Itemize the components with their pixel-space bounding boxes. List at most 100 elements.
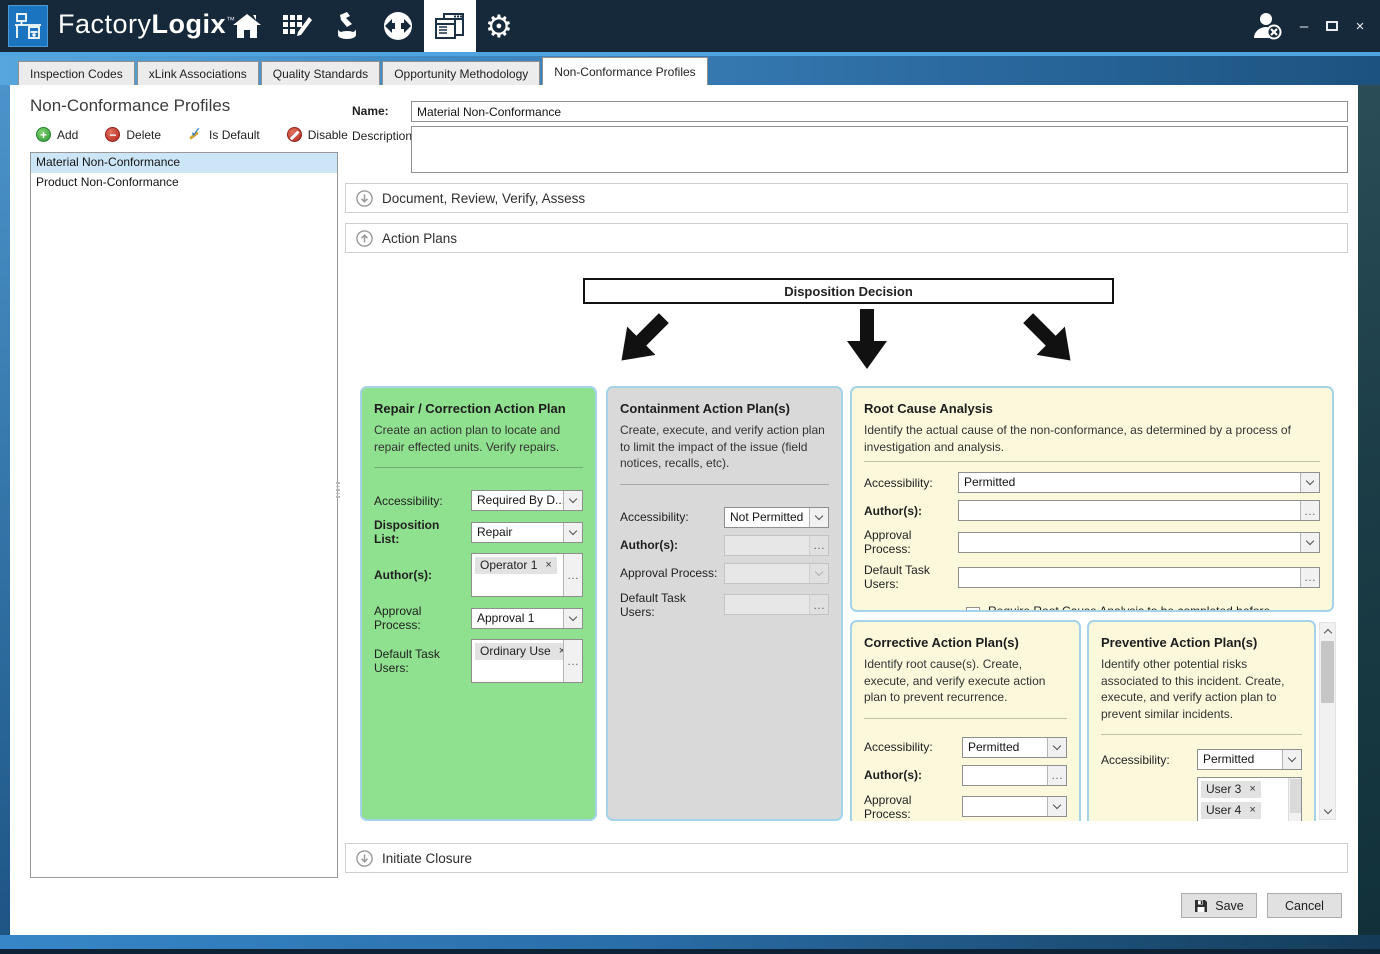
task-users-chipbox[interactable]: Ordinary Use× … [471, 639, 583, 683]
quality-documents-icon[interactable] [424, 0, 476, 52]
maximize-icon[interactable] [1326, 21, 1338, 31]
remove-chip-icon[interactable]: × [545, 559, 551, 571]
accessibility-dropdown[interactable]: Permitted [958, 472, 1320, 493]
accessibility-dropdown[interactable]: Required By D... [471, 490, 583, 511]
disable-button[interactable]: Disable [287, 127, 348, 142]
transfer-icon[interactable] [372, 0, 424, 52]
ellipsis-button[interactable]: … [563, 554, 582, 596]
panel-title: Containment Action Plan(s) [620, 401, 829, 416]
tab-inspection-codes[interactable]: Inspection Codes [18, 61, 135, 85]
panel-title: Corrective Action Plan(s) [864, 635, 1067, 650]
chevron-down-icon[interactable] [563, 609, 582, 628]
chipbox-scrollbar[interactable] [1288, 778, 1301, 821]
delete-icon: − [105, 127, 120, 142]
tab-xlink-associations[interactable]: xLink Associations [137, 61, 259, 85]
window-frame-left [0, 85, 10, 935]
accessibility-dropdown[interactable]: Permitted [962, 737, 1067, 758]
chevron-down-icon[interactable] [1300, 473, 1319, 492]
authors-chipbox[interactable]: … [962, 765, 1067, 786]
close-icon[interactable]: × [1352, 18, 1368, 35]
arrow-down-icon [845, 309, 889, 371]
accessibility-label: Accessibility: [620, 510, 724, 524]
delete-button[interactable]: − Delete [105, 127, 161, 142]
description-input[interactable] [411, 126, 1348, 173]
section-action-plans[interactable]: Action Plans [345, 223, 1348, 253]
tab-strip: Inspection Codes xLink Associations Qual… [0, 52, 1380, 85]
scrollbar-thumb[interactable] [1321, 641, 1334, 703]
title-bar: FactoryLogix™ [0, 0, 1380, 52]
accessibility-dropdown[interactable]: Permitted [1197, 749, 1302, 770]
default-task-users-label: Default Task Users: [374, 647, 471, 675]
panel-description: Identify the actual cause of the non-con… [864, 422, 1320, 455]
chevron-down-icon[interactable] [1300, 533, 1319, 552]
add-button[interactable]: + Add [36, 127, 78, 142]
vertical-scrollbar[interactable] [1319, 622, 1336, 820]
chevron-down-icon[interactable] [1282, 750, 1301, 769]
materials-icon[interactable] [322, 0, 372, 52]
users-chipbox[interactable]: User 3× User 4× [1197, 777, 1302, 821]
profiles-list: Material Non-Conformance Product Non-Con… [30, 152, 338, 878]
require-rca-checkbox[interactable] [966, 607, 980, 612]
chevron-down-icon[interactable] [1047, 797, 1066, 816]
is-default-button[interactable]: ✓ Is Default [188, 127, 260, 142]
approval-process-label: Approval Process: [864, 793, 962, 821]
ellipsis-button[interactable]: … [563, 640, 582, 682]
ellipsis-button: … [809, 536, 828, 555]
authors-label: Author(s): [620, 538, 724, 552]
chevron-down-icon[interactable] [563, 523, 582, 542]
panel-description: Create an action plan to locate and repa… [374, 422, 583, 455]
ellipsis-button[interactable]: … [1300, 568, 1319, 587]
panel-title: Repair / Correction Action Plan [374, 401, 583, 416]
accessibility-dropdown[interactable]: Not Permitted [724, 507, 829, 528]
repair-correction-panel: Repair / Correction Action Plan Create a… [360, 386, 597, 821]
section-initiate-closure[interactable]: Initiate Closure [345, 843, 1348, 873]
ellipsis-button[interactable]: … [1047, 766, 1066, 785]
home-icon[interactable] [222, 0, 272, 52]
authors-chipbox[interactable]: Operator 1× … [471, 553, 583, 597]
approval-process-label: Approval Process: [620, 566, 724, 580]
arrow-down-right-icon [1013, 303, 1088, 378]
chevron-down-icon[interactable] [1047, 738, 1066, 757]
app-title: FactoryLogix™ [58, 9, 236, 40]
tab-opportunity-methodology[interactable]: Opportunity Methodology [382, 61, 540, 85]
profiles-toolbar: + Add − Delete ✓ Is Default Disable [36, 127, 348, 142]
list-item[interactable]: Material Non-Conformance [31, 153, 337, 173]
window-frame-bottom [0, 935, 1380, 954]
name-input[interactable] [411, 101, 1348, 122]
disposition-list-dropdown[interactable]: Repair [471, 522, 583, 543]
containment-panel: Containment Action Plan(s) Create, execu… [606, 386, 843, 821]
settings-gear-icon[interactable]: ⚙ [476, 0, 522, 52]
accessibility-label: Accessibility: [374, 494, 471, 508]
cancel-button[interactable]: Cancel [1267, 893, 1342, 918]
chevron-down-icon[interactable] [809, 508, 828, 527]
approval-process-dropdown[interactable]: Approval 1 [471, 608, 583, 629]
app-window: FactoryLogix™ [0, 0, 1380, 954]
authors-chipbox[interactable]: … [958, 500, 1320, 521]
task-users-chipbox-disabled: … [724, 594, 829, 615]
production-definitions-icon[interactable] [272, 0, 322, 52]
minimize-icon[interactable]: – [1296, 18, 1312, 35]
approval-process-label: Approval Process: [864, 528, 958, 556]
name-label: Name: [352, 104, 389, 118]
section-document-review[interactable]: Document, Review, Verify, Assess [345, 183, 1348, 213]
ellipsis-button: … [809, 595, 828, 614]
accessibility-label: Accessibility: [1101, 753, 1197, 767]
panel-splitter[interactable] [335, 477, 341, 503]
user-account-icon[interactable] [1249, 8, 1285, 49]
approval-process-dropdown[interactable] [958, 532, 1320, 553]
save-button[interactable]: Save [1181, 893, 1257, 918]
task-users-chipbox[interactable]: … [958, 567, 1320, 588]
ellipsis-button[interactable]: … [1300, 501, 1319, 520]
user-chip: User 3× [1201, 781, 1261, 798]
author-chip: Operator 1× [475, 557, 557, 574]
approval-process-dropdown[interactable] [962, 796, 1067, 817]
approval-process-label: Approval Process: [374, 604, 471, 632]
remove-chip-icon[interactable]: × [1249, 783, 1255, 795]
tab-non-conformance-profiles[interactable]: Non-Conformance Profiles [542, 57, 707, 85]
scroll-down-icon[interactable] [1320, 803, 1335, 819]
remove-chip-icon[interactable]: × [1249, 804, 1255, 816]
tab-quality-standards[interactable]: Quality Standards [261, 61, 380, 85]
chevron-down-icon[interactable] [563, 491, 582, 510]
scroll-up-icon[interactable] [1320, 623, 1335, 639]
list-item[interactable]: Product Non-Conformance [31, 173, 337, 193]
